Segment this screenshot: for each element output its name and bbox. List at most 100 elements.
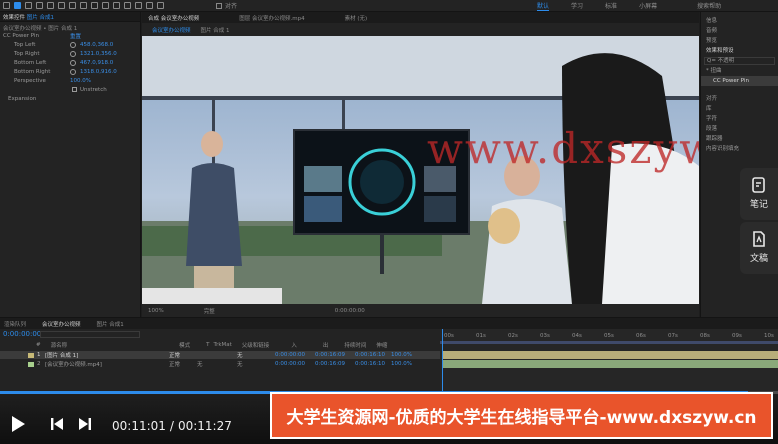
playhead[interactable]: [442, 329, 443, 391]
prop-row-expansion[interactable]: Expansion: [0, 94, 140, 103]
work-area-bar[interactable]: [440, 341, 778, 344]
timeline-timecode[interactable]: 0:00:00:00: [3, 330, 41, 338]
tab-effect-controls[interactable]: 效果控件 图片 合成1: [3, 13, 54, 21]
layer-stretch[interactable]: 100.0%: [391, 361, 412, 367]
layer-search-input[interactable]: [40, 331, 140, 338]
col-source-name: 源名称: [50, 343, 68, 349]
comp-breadcrumb-sub[interactable]: 图片 合成 1: [201, 26, 230, 34]
prop-name: Top Right: [14, 50, 40, 57]
time-ruler[interactable]: 00s 01s 02s 03s 04s 05s 06s 07s 08s 09s …: [440, 332, 778, 340]
notes-button[interactable]: 笔记: [740, 168, 778, 220]
label-color-swatch[interactable]: [28, 352, 34, 358]
prop-row-bottom-right: Bottom Right 1318.0,916.0: [0, 67, 140, 76]
crosshair-icon[interactable]: [70, 68, 76, 75]
layer-bar-2[interactable]: [442, 360, 778, 368]
layer-row[interactable]: 2 [会议室办公视频.mp4] 正常 无 无 0:00:00:00 0:00:1…: [0, 360, 440, 368]
tab-timeline-comp[interactable]: 会议室办公视频: [42, 320, 81, 328]
layer-bar-1[interactable]: [442, 351, 778, 359]
rotate-tool-icon[interactable]: [47, 2, 54, 9]
crosshair-icon[interactable]: [70, 41, 76, 48]
tab-footage[interactable]: 素材 (无): [345, 14, 368, 22]
zoom-dropdown[interactable]: 100%: [148, 308, 164, 314]
resolution-dropdown[interactable]: 完整: [204, 307, 215, 315]
prop-value[interactable]: 467.0,918.0: [80, 60, 113, 66]
layer-parent[interactable]: 无: [237, 351, 275, 359]
eraser-tool-icon[interactable]: [135, 2, 142, 9]
workspace-small-screen[interactable]: 小屏幕: [639, 1, 657, 10]
puppet-tool-icon[interactable]: [157, 2, 164, 9]
layer-duration[interactable]: 0:00:16:10: [355, 361, 391, 367]
document-icon: [753, 231, 765, 247]
previous-icon[interactable]: [50, 417, 64, 431]
layer-mode[interactable]: 正常: [169, 360, 197, 368]
effects-search-input[interactable]: Q= 不透明: [704, 57, 775, 65]
panel-preview[interactable]: 预览: [701, 36, 778, 46]
layer-in[interactable]: 0:00:00:00: [275, 352, 315, 358]
manuscript-label: 文稿: [749, 254, 768, 264]
tab-composition[interactable]: 合成 会议室办公视频: [148, 14, 199, 22]
selection-tool-icon[interactable]: [14, 2, 21, 9]
pen-tool-icon[interactable]: [91, 2, 98, 9]
workspace-standard[interactable]: 标准: [605, 1, 617, 10]
layer-stretch[interactable]: 100.0%: [391, 352, 412, 358]
prop-name: Perspective: [14, 77, 46, 84]
composition-viewer[interactable]: www.dxszyw.cn: [142, 36, 699, 304]
effects-breadcrumb: 会议室办公视频 • 图片 合成 1: [3, 26, 78, 32]
zoom-tool-icon[interactable]: [36, 2, 43, 9]
search-help-field[interactable]: 搜索帮助: [697, 1, 721, 10]
panel-effects-presets[interactable]: 效果和预设: [701, 46, 778, 56]
comp-breadcrumb-main[interactable]: 会议室办公视频: [152, 26, 191, 34]
tab-layer[interactable]: 图层 会议室办公视频.mp4: [239, 14, 304, 22]
crosshair-icon[interactable]: [70, 50, 76, 57]
prop-value[interactable]: 1318.0,916.0: [80, 69, 117, 75]
tab-timeline-precomp[interactable]: 图片 合成1: [97, 320, 124, 328]
preset-cc-power-pin[interactable]: CC Power Pin: [701, 76, 778, 86]
panel-tracker[interactable]: 跟踪器: [701, 134, 778, 144]
panel-info[interactable]: 信息: [701, 16, 778, 26]
play-icon[interactable]: [10, 415, 26, 433]
prop-value[interactable]: 100.0%: [70, 78, 91, 84]
prop-value[interactable]: 458.0,368.0: [80, 42, 113, 48]
roto-brush-tool-icon[interactable]: [146, 2, 153, 9]
reset-link[interactable]: 重置: [70, 32, 81, 40]
layer-parent[interactable]: 无: [237, 360, 275, 368]
unstretch-checkbox[interactable]: [72, 87, 77, 92]
layer-out[interactable]: 0:00:16:09: [315, 352, 355, 358]
manuscript-button[interactable]: 文稿: [740, 222, 778, 274]
clone-stamp-tool-icon[interactable]: [124, 2, 131, 9]
layer-mode[interactable]: 正常: [169, 351, 197, 359]
rectangle-tool-icon[interactable]: [80, 2, 87, 9]
layer-in[interactable]: 0:00:00:00: [275, 361, 315, 367]
layer-row[interactable]: 1 [图片 合成 1] 正常 无 0:00:00:00 0:00:16:09 0…: [0, 351, 440, 359]
label-color-swatch[interactable]: [28, 361, 34, 367]
panel-library[interactable]: 库: [701, 104, 778, 114]
snap-checkbox[interactable]: [216, 2, 222, 9]
ruler-tick: 03s: [540, 333, 550, 339]
ruler-tick: 09s: [732, 333, 742, 339]
panel-audio[interactable]: 音频: [701, 26, 778, 36]
brush-tool-icon[interactable]: [113, 2, 120, 9]
workspace-default[interactable]: 默认: [537, 1, 550, 11]
prop-value[interactable]: 1321.0,356.0: [80, 51, 117, 57]
next-icon[interactable]: [78, 417, 92, 431]
panel-content-aware-fill[interactable]: 内容识别填充: [701, 144, 778, 154]
hand-tool-icon[interactable]: [25, 2, 32, 9]
layer-duration[interactable]: 0:00:16:10: [355, 352, 391, 358]
crosshair-icon[interactable]: [70, 59, 76, 66]
effect-header-row[interactable]: CC Power Pin 重置: [0, 31, 140, 40]
layer-out[interactable]: 0:00:16:09: [315, 361, 355, 367]
panel-paragraph[interactable]: 段落: [701, 124, 778, 134]
workspace-learn[interactable]: 学习: [571, 1, 583, 10]
pan-behind-tool-icon[interactable]: [69, 2, 76, 9]
layer-trkmat[interactable]: 无: [197, 360, 237, 368]
preset-folder-distort[interactable]: * 扭曲: [701, 66, 778, 76]
panel-align[interactable]: 对齐: [701, 94, 778, 104]
camera-tool-icon[interactable]: [58, 2, 65, 9]
panel-character[interactable]: 字符: [701, 114, 778, 124]
ruler-tick: 04s: [572, 333, 582, 339]
home-icon[interactable]: [3, 2, 10, 9]
timeline-track-area[interactable]: 00s 01s 02s 03s 04s 05s 06s 07s 08s 09s …: [440, 329, 778, 391]
type-tool-icon[interactable]: [102, 2, 109, 9]
viewer-timecode[interactable]: 0:00:00:00: [335, 308, 365, 314]
tab-render-queue[interactable]: 渲染队列: [4, 320, 26, 328]
